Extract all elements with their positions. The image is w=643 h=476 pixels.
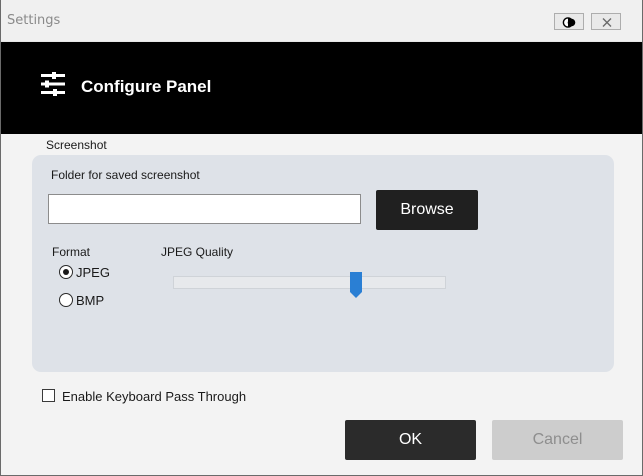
jpeg-quality-label: JPEG Quality [161, 245, 234, 259]
bmp-radio[interactable] [59, 293, 73, 307]
keyboard-pass-through-label: Enable Keyboard Pass Through [62, 389, 247, 404]
bmp-label: BMP [76, 293, 105, 308]
format-label: Format [52, 245, 91, 259]
window-title: Settings [7, 13, 61, 28]
jpeg-label: JPEG [76, 265, 110, 280]
keyboard-pass-through-checkbox[interactable] [42, 389, 55, 402]
folder-label: Folder for saved screenshot [51, 168, 200, 182]
theme-toggle-icon [562, 17, 576, 28]
screenshot-section-label: Screenshot [46, 138, 107, 152]
panel-header: Configure Panel [1, 42, 642, 134]
screenshot-group [32, 155, 614, 372]
ok-button[interactable]: OK [345, 420, 476, 460]
browse-button[interactable]: Browse [376, 190, 478, 230]
theme-toggle-button[interactable] [554, 13, 584, 30]
jpeg-radio[interactable] [59, 265, 73, 279]
jpeg-quality-slider[interactable] [173, 276, 446, 289]
close-icon [602, 18, 612, 27]
folder-path-input[interactable] [48, 194, 361, 224]
jpeg-quality-slider-thumb[interactable] [350, 272, 363, 298]
settings-window: Settings Configure Panel Screenshot Fold [0, 0, 643, 476]
panel-title: Configure Panel [81, 77, 212, 96]
close-button[interactable] [591, 13, 621, 30]
sliders-icon [41, 72, 65, 96]
title-bar: Settings [1, 0, 642, 42]
cancel-button[interactable]: Cancel [492, 420, 623, 460]
